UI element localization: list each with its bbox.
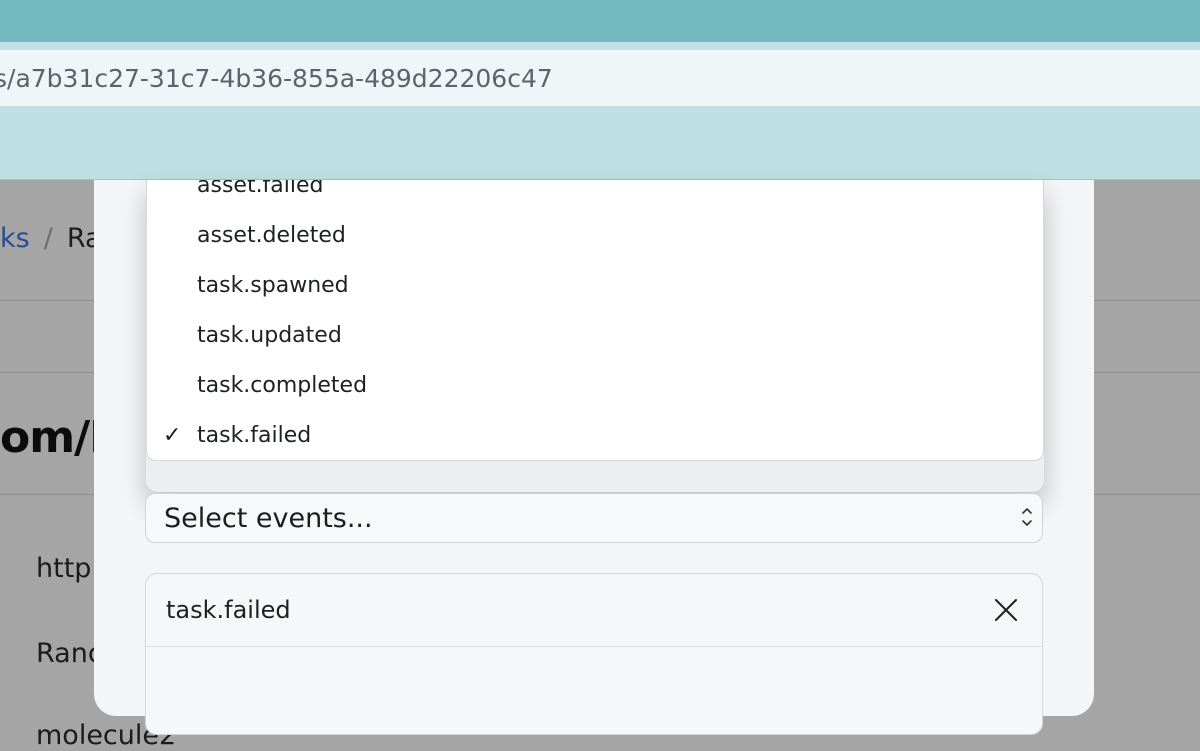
events-dropdown-list: asset.failed asset.deleted task.spawned … (146, 180, 1044, 461)
selected-event-label: task.failed (166, 596, 291, 624)
breadcrumb-separator: / (43, 223, 53, 254)
dropdown-option-selected[interactable]: ✓ task.failed (147, 410, 1043, 460)
events-select[interactable]: Select events... (145, 493, 1043, 543)
selected-events-list: task.failed (145, 573, 1043, 735)
close-icon[interactable] (994, 598, 1018, 622)
dropdown-option[interactable]: task.spawned (147, 260, 1043, 310)
breadcrumb-link[interactable]: ks (0, 223, 30, 254)
option-label: task.updated (197, 322, 342, 348)
option-label: asset.deleted (197, 222, 346, 248)
chevron-up-down-icon (1022, 508, 1032, 526)
browser-toolbar (0, 106, 1200, 180)
dropdown-option[interactable]: asset.failed (147, 180, 1043, 210)
browser-tab-strip (0, 0, 1200, 42)
dropdown-option[interactable]: task.updated (147, 310, 1043, 360)
background-text: http (36, 553, 92, 584)
dropdown-option[interactable]: asset.deleted (147, 210, 1043, 260)
dropdown-option[interactable]: task.completed (147, 360, 1043, 410)
address-text: s/a7b31c27-31c7-4b36-855a-489d22206c47 (0, 63, 553, 93)
option-label: asset.failed (197, 180, 324, 198)
browser-divider (0, 42, 1200, 50)
page-title: om/I (0, 412, 106, 463)
option-label: task.spawned (197, 272, 349, 298)
selected-event-row: task.failed (146, 574, 1042, 647)
address-bar[interactable]: s/a7b31c27-31c7-4b36-855a-489d22206c47 (0, 50, 1200, 106)
checkmark-icon: ✓ (163, 422, 182, 448)
option-label: task.completed (197, 372, 368, 398)
background-text: Ranc (36, 638, 103, 669)
breadcrumb: ks / Ra (0, 223, 102, 254)
option-label: task.failed (197, 422, 312, 448)
select-placeholder: Select events... (164, 502, 373, 534)
